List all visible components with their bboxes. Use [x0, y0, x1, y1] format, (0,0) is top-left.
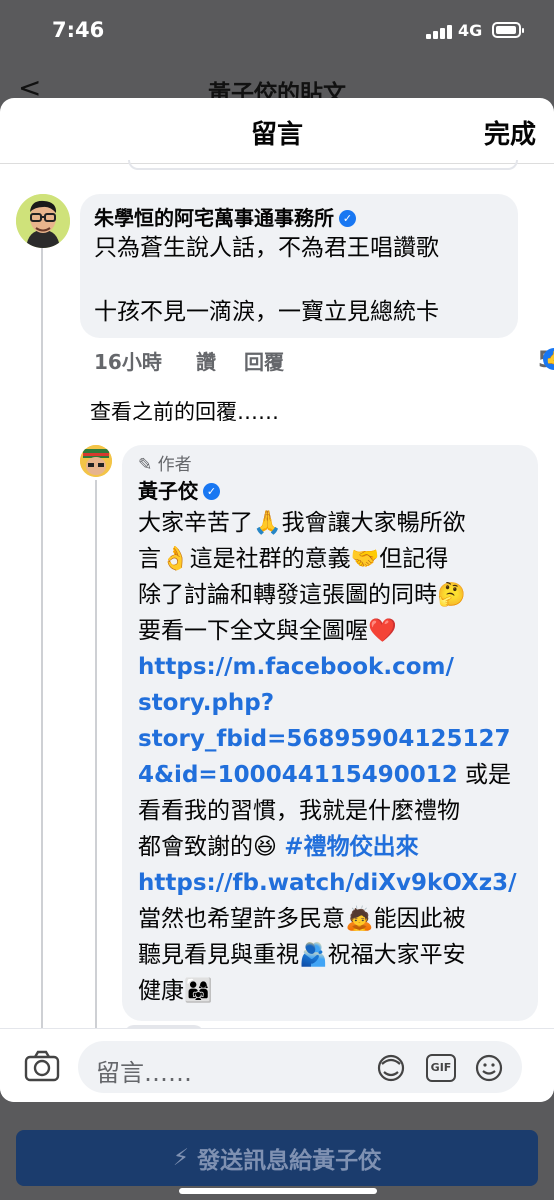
bottom-bar: ⚡ 發送訊息給黃子佼	[0, 1102, 554, 1200]
reply-author[interactable]: 黃子佼 ✓	[138, 477, 522, 505]
status-bar: 7:46 4G	[0, 0, 554, 62]
comment-line: 十孩不見一滴淚，一寶立見總統卡	[94, 299, 439, 325]
reply-avatar-image	[80, 445, 112, 477]
emoji-icon[interactable]	[474, 1054, 504, 1082]
verified-icon: ✓	[203, 482, 220, 500]
send-message-label: 發送訊息給黃子佼	[197, 1148, 382, 1174]
reply-line: 當然也希望許多民意🙇能因此被	[138, 906, 466, 932]
author-badge-label: 作者	[157, 455, 192, 475]
like-button[interactable]: 讚	[196, 346, 216, 375]
reply-line: 健康👨‍👩‍👧	[138, 978, 213, 1004]
home-indicator	[179, 1188, 377, 1194]
avatar-image	[16, 194, 70, 248]
reply-line: 除了討論和轉發這張圖的同時🤔	[138, 582, 466, 608]
comment-line: 只為蒼生說人話，不為君王唱讚歌	[94, 235, 439, 261]
reply-line: 都會致謝的😆	[138, 834, 285, 860]
battery-icon	[492, 22, 524, 38]
thread-line	[41, 248, 43, 1028]
comment-line-blank	[94, 264, 504, 296]
comment-composer: 留言…… GIF	[0, 1028, 554, 1102]
comment-input[interactable]: 留言…… GIF	[78, 1041, 522, 1093]
reply-line: 言👌這是社群的意義🤝但記得	[138, 546, 449, 572]
reply-line: 要看一下全文與全圖喔❤️	[138, 618, 397, 644]
verified-icon: ✓	[339, 209, 356, 227]
story-link[interactable]: story.php?	[138, 685, 522, 721]
comment-actions: 16小時 讚 回覆 5,148 👍	[94, 342, 554, 375]
reply-avatar[interactable]	[80, 445, 112, 477]
comment-placeholder: 留言……	[96, 1059, 192, 1087]
reply-text: 大家辛苦了🙏我會讓大家暢所欲 言👌這是社群的意義🤝但記得 除了討論和轉發這張圖的…	[138, 505, 522, 1009]
reply-line: 或是	[457, 762, 512, 788]
reply-line: 大家辛苦了🙏我會讓大家暢所欲	[138, 510, 466, 536]
status-time: 7:46	[52, 18, 105, 42]
sheet-title: 留言	[250, 120, 303, 150]
reply-author-name[interactable]: 黃子佼	[138, 477, 198, 505]
author-badge: ✎ 作者	[138, 455, 192, 475]
sheet-header: 留言 完成	[0, 98, 554, 164]
reply-button[interactable]: 回覆	[244, 346, 284, 375]
comments-sheet: 留言 完成 朱學恒的阿宅萬事通事務所 ✓ 只為蒼生說人話，不為君王唱讚歌 十孩不…	[0, 98, 554, 1102]
avatar[interactable]	[16, 194, 70, 248]
story-link[interactable]: 4&id=100044115490012	[138, 762, 458, 788]
reply-bubble[interactable]: ✎ 作者 黃子佼 ✓ 大家辛苦了🙏我會讓大家暢所欲 言👌這是社群的意義🤝但記得 …	[122, 445, 538, 1021]
signal-icon	[426, 23, 452, 39]
network-label: 4G	[458, 21, 483, 40]
send-message-button[interactable]: ⚡ 發送訊息給黃子佼	[16, 1130, 538, 1186]
reply-line: 看看我的習慣，我就是什麼禮物	[138, 798, 460, 824]
comment-time: 16小時	[94, 350, 162, 374]
story-link[interactable]: story_fbid=56895904125127	[138, 721, 522, 757]
comment-bubble[interactable]: 朱學恒的阿宅萬事通事務所 ✓ 只為蒼生說人話，不為君王唱讚歌 十孩不見一滴淚，一…	[80, 194, 518, 338]
previous-comment-edge	[128, 160, 518, 170]
hashtag-link[interactable]: #禮物佼出來	[284, 834, 418, 860]
done-button[interactable]: 完成	[484, 114, 536, 151]
watch-link[interactable]: https://fb.watch/diXv9kOXz3/	[138, 865, 522, 901]
reply-line: 聽見看見與重視🫂祝福大家平安	[138, 942, 466, 968]
comment-author-name[interactable]: 朱學恒的阿宅萬事通事務所	[94, 204, 334, 232]
reply-thread-line	[95, 480, 97, 1028]
camera-icon[interactable]	[24, 1050, 60, 1082]
messenger-icon: ⚡	[172, 1145, 190, 1171]
comment-author[interactable]: 朱學恒的阿宅萬事通事務所 ✓	[94, 204, 504, 232]
gif-icon[interactable]: GIF	[426, 1054, 456, 1082]
story-link[interactable]: https://m.facebook.com/	[138, 649, 522, 685]
view-previous-replies[interactable]: 查看之前的回覆……	[90, 396, 279, 426]
avatar-sticker-icon[interactable]	[376, 1054, 406, 1082]
